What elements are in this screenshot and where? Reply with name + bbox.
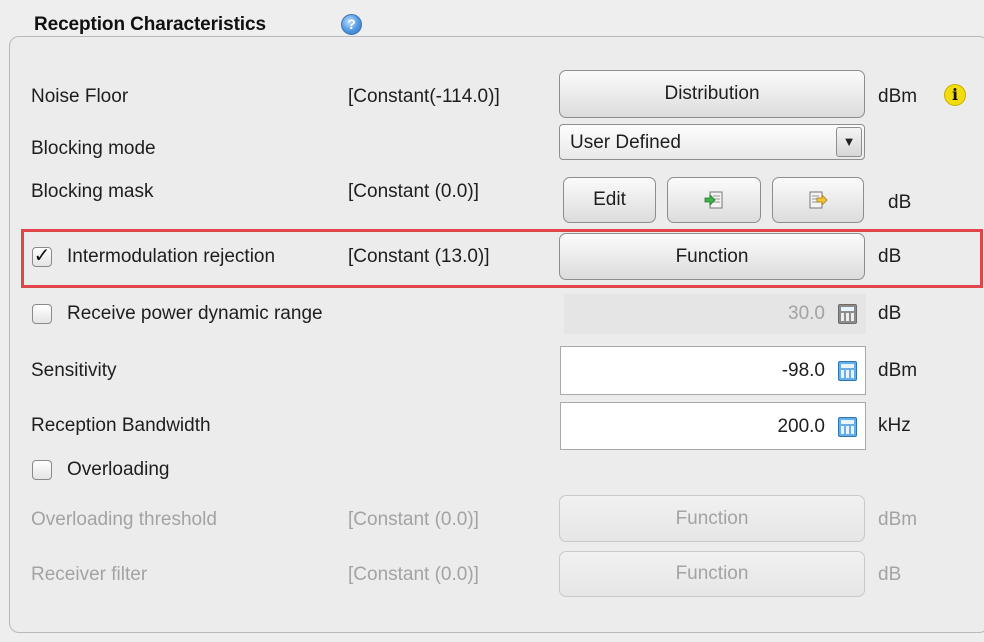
overloading-checkbox[interactable]: [32, 460, 52, 480]
receive-power-dynamic-range-field: 30.0: [564, 294, 866, 334]
intermodulation-function-button[interactable]: Function: [559, 233, 865, 280]
sensitivity-input[interactable]: -98.0: [560, 346, 866, 395]
sensitivity-unit: dBm: [878, 360, 918, 381]
calculator-icon[interactable]: [838, 361, 857, 381]
receiver-filter-unit: dB: [878, 564, 902, 585]
receive-power-dynamic-range-checkbox[interactable]: [32, 304, 52, 324]
reception-bandwidth-label: Reception Bandwidth: [31, 415, 211, 436]
blocking-mode-label: Blocking mode: [31, 138, 156, 159]
sensitivity-label: Sensitivity: [31, 360, 117, 381]
chevron-down-icon[interactable]: ▼: [836, 127, 862, 157]
overloading-label: Overloading: [67, 459, 170, 480]
noise-floor-label: Noise Floor: [31, 86, 129, 107]
reception-bandwidth-value: 200.0: [777, 416, 825, 437]
export-mask-button[interactable]: [772, 177, 864, 223]
receive-power-dynamic-range-unit: dB: [878, 303, 902, 324]
reception-bandwidth-unit: kHz: [878, 415, 911, 436]
intermodulation-value: [Constant (13.0)]: [348, 246, 490, 267]
calculator-icon[interactable]: [838, 417, 857, 437]
overloading-threshold-function-button: Function: [559, 495, 865, 542]
reception-bandwidth-input[interactable]: 200.0: [560, 402, 866, 450]
intermodulation-checkbox[interactable]: ✓: [32, 246, 52, 267]
overloading-threshold-value: [Constant (0.0)]: [348, 509, 479, 530]
overloading-threshold-unit: dBm: [878, 509, 918, 530]
import-mask-button[interactable]: [667, 177, 761, 223]
overloading-threshold-label: Overloading threshold: [31, 509, 217, 530]
intermodulation-label: Intermodulation rejection: [67, 246, 276, 267]
section-title: Reception Characteristics: [34, 14, 266, 35]
noise-floor-value: [Constant(-114.0)]: [348, 86, 500, 107]
intermodulation-unit: dB: [878, 246, 902, 267]
receiver-filter-value: [Constant (0.0)]: [348, 564, 479, 585]
receiver-filter-function-button: Function: [559, 551, 865, 597]
blocking-mode-selected: User Defined: [570, 132, 681, 153]
blocking-mask-value: [Constant (0.0)]: [348, 181, 479, 202]
help-question-icon[interactable]: ?: [341, 14, 362, 35]
export-icon: [809, 191, 828, 209]
import-icon: [704, 191, 723, 209]
receive-power-dynamic-range-label: Receive power dynamic range: [67, 303, 323, 324]
distribution-button[interactable]: Distribution: [559, 70, 865, 118]
noise-floor-unit: dBm: [878, 86, 918, 107]
receive-power-dynamic-range-value: 30.0: [788, 303, 825, 324]
blocking-mask-unit: dB: [888, 192, 912, 213]
blocking-mode-dropdown[interactable]: User Defined ▼: [559, 124, 865, 160]
blocking-mask-label: Blocking mask: [31, 181, 154, 202]
info-icon[interactable]: i: [944, 84, 966, 106]
receiver-filter-label: Receiver filter: [31, 564, 148, 585]
sensitivity-value: -98.0: [781, 360, 825, 381]
calculator-icon: [838, 304, 857, 324]
edit-mask-button[interactable]: Edit: [563, 177, 656, 223]
